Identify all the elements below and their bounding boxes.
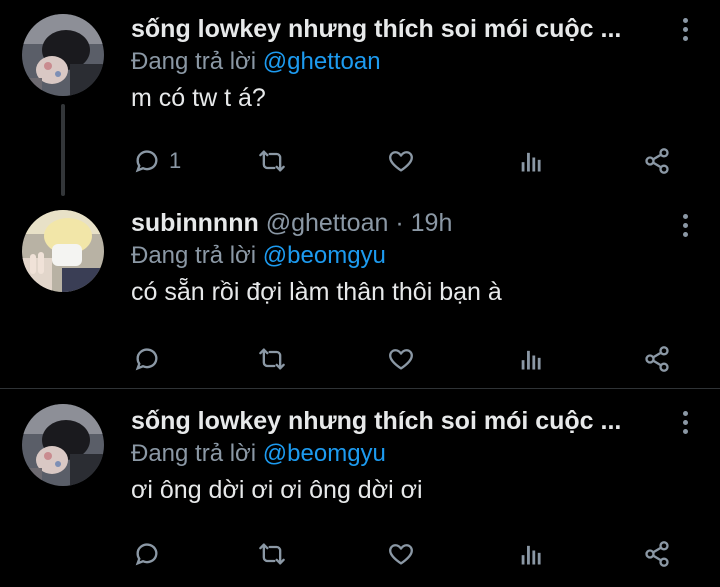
views-bar-chart-icon <box>521 545 541 565</box>
views-bar-chart-icon <box>521 152 541 172</box>
tweet-header: subinnnnn @ghettoan · 19h <box>131 206 684 240</box>
reply-bubble-icon <box>135 348 158 371</box>
thread-line <box>61 104 65 196</box>
retweet-icon <box>259 348 285 370</box>
timestamp[interactable]: 19h <box>411 209 453 237</box>
display-name[interactable]: sống lowkey nhưng thích soi mói cuộc ... <box>131 407 621 435</box>
heart-icon <box>389 544 413 565</box>
separator-dot: · <box>395 209 404 237</box>
share-button[interactable] <box>643 343 671 375</box>
avatar[interactable] <box>22 14 104 96</box>
like-button[interactable] <box>387 538 415 570</box>
mention-link[interactable]: @beomgyu <box>263 242 386 269</box>
share-icon <box>645 148 669 174</box>
retweet-button[interactable] <box>258 343 286 375</box>
retweet-button[interactable] <box>258 538 286 570</box>
replying-to: Đang trả lời @beomgyu <box>131 240 684 272</box>
retweet-button[interactable] <box>258 145 286 177</box>
mention-link[interactable]: @beomgyu <box>263 440 386 467</box>
reply-prefix: Đang trả lời <box>131 242 257 269</box>
share-button[interactable] <box>643 538 671 570</box>
tweet[interactable]: sống lowkey nhưng thích soi mói cuộc ...… <box>0 389 720 587</box>
tweet-actions <box>131 343 691 375</box>
replying-to: Đang trả lời @ghettoan <box>131 46 684 78</box>
more-options-icon[interactable] <box>680 18 690 41</box>
reply-button[interactable]: 1 <box>133 145 181 177</box>
mention-link[interactable]: @ghettoan <box>263 48 381 75</box>
views-button[interactable] <box>517 538 545 570</box>
reply-button[interactable] <box>133 343 169 375</box>
reply-count: 1 <box>169 148 182 173</box>
tweet-actions <box>131 538 691 570</box>
reply-button[interactable] <box>133 538 169 570</box>
reply-bubble-icon <box>135 543 158 566</box>
reply-prefix: Đang trả lời <box>131 440 257 467</box>
share-icon <box>645 541 669 567</box>
tweet-text: có sẵn rồi đợi làm thân thôi bạn à <box>131 278 502 306</box>
tweet-header: sống lowkey nhưng thích soi mói cuộc ... <box>131 12 684 46</box>
share-button[interactable] <box>643 145 671 177</box>
handle[interactable]: @ghettoan <box>266 209 389 237</box>
display-name[interactable]: subinnnnn <box>131 209 259 237</box>
avatar[interactable] <box>22 404 104 486</box>
retweet-icon <box>259 543 285 565</box>
share-icon <box>645 346 669 372</box>
more-options-icon[interactable] <box>680 411 690 434</box>
retweet-icon <box>259 150 285 172</box>
tweet-text: ơi ông dời ơi ơi ông dời ơi <box>131 476 423 504</box>
tweet-actions: 1 <box>131 145 691 177</box>
tweet[interactable]: subinnnnn @ghettoan · 19h Đang trả lời @… <box>0 196 720 389</box>
avatar[interactable] <box>22 210 104 292</box>
tweet[interactable]: sống lowkey nhưng thích soi mói cuộc ...… <box>0 0 720 196</box>
heart-icon <box>389 349 413 370</box>
like-button[interactable] <box>387 145 415 177</box>
tweet-text: m có tw t á? <box>131 84 266 112</box>
views-button[interactable] <box>517 343 545 375</box>
like-button[interactable] <box>387 343 415 375</box>
display-name[interactable]: sống lowkey nhưng thích soi mói cuộc ... <box>131 15 621 43</box>
reply-bubble-icon <box>135 150 158 173</box>
views-bar-chart-icon <box>521 350 541 370</box>
heart-icon <box>389 151 413 172</box>
tweet-header: sống lowkey nhưng thích soi mói cuộc ... <box>131 404 684 438</box>
replying-to: Đang trả lời @beomgyu <box>131 438 684 470</box>
views-button[interactable] <box>517 145 545 177</box>
more-options-icon[interactable] <box>680 214 690 237</box>
reply-prefix: Đang trả lời <box>131 48 257 75</box>
